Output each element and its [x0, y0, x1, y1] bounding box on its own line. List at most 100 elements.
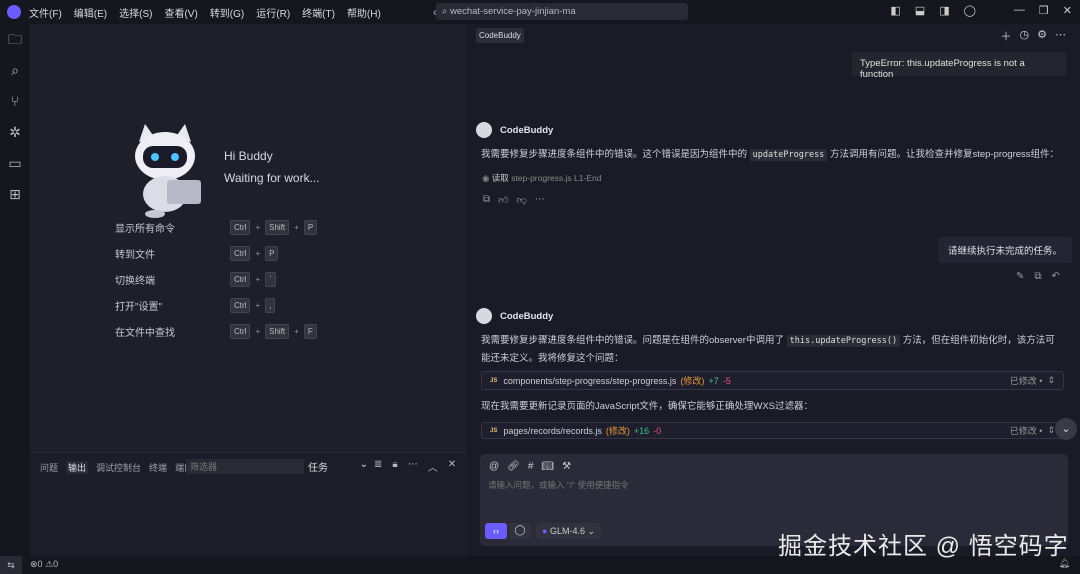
search-box[interactable]: ⌕ wechat-service-pay-jinjian-ma — [436, 3, 688, 20]
remote-icon[interactable]: ▭ — [0, 148, 30, 179]
craft-mode-button[interactable]: ‹› — [485, 523, 507, 539]
menu-select[interactable]: 选择(S) — [119, 9, 152, 20]
more-icon[interactable]: ⋯ — [408, 459, 418, 474]
maximize-icon[interactable]: ︿ — [428, 459, 438, 474]
debug-icon[interactable]: ✲ — [0, 117, 30, 148]
chevron-down-icon: ⌄ — [359, 459, 368, 470]
shortcut-row: 在文件中查找 Ctrl + Shift + F — [115, 324, 345, 339]
close-panel-icon[interactable]: ✕ — [448, 459, 456, 474]
avatar — [476, 122, 492, 138]
more-icon[interactable]: ⋯ — [1055, 28, 1066, 44]
error-tooltip: TypeError: this.updateProgress is not a … — [852, 52, 1066, 80]
history-icon[interactable]: ◷ — [1020, 28, 1030, 44]
rules-icon[interactable]: ⚒ — [562, 461, 571, 472]
search-view-icon[interactable]: ⌕ — [0, 55, 30, 86]
undo-icon[interactable]: ↶ — [1052, 271, 1060, 282]
menu-edit[interactable]: 编辑(E) — [74, 9, 107, 20]
model-select[interactable]: ● GLM-4.6 ⌄ — [536, 523, 601, 539]
bottom-panel: 问题输出调试控制台终端端口 任务⌄ ≣🔒︎⋯︿✕ — [30, 452, 466, 556]
menu-view[interactable]: 查看(V) — [164, 9, 197, 20]
new-chat-icon[interactable]: ＋ — [1001, 28, 1012, 44]
thumbs-down-icon[interactable]: 👎︎ — [517, 194, 527, 206]
settings-icon[interactable]: ⚙ — [1037, 28, 1047, 44]
read-file: step-progress.js L1-End — [511, 173, 602, 183]
clear-output-icon[interactable]: ≣ — [374, 459, 382, 474]
docs-icon[interactable]: 📖︎ — [541, 461, 554, 472]
chat-tab[interactable]: CodeBuddy — [476, 28, 524, 43]
extensions-icon[interactable]: ⊞ — [0, 179, 30, 210]
expand-icon[interactable]: ⇕ — [1047, 375, 1055, 386]
toggle-secondary-icon[interactable]: ◨ — [939, 4, 949, 17]
key: Shift — [265, 324, 290, 339]
thumbs-up-icon[interactable]: 👍︎ — [498, 194, 508, 206]
menu-help[interactable]: 帮助(H) — [347, 9, 381, 20]
source-control-icon[interactable]: ⑂ — [0, 86, 30, 117]
key: , — [265, 298, 276, 313]
lock-icon[interactable]: 🔒︎ — [392, 459, 397, 474]
filter-input[interactable] — [186, 459, 304, 474]
js-file-icon: JS — [490, 427, 498, 434]
task-select[interactable]: 任务 ⌄ — [308, 459, 368, 474]
copy-icon[interactable]: ⧉ — [1034, 271, 1041, 282]
minimize-button[interactable]: — — [1014, 4, 1025, 17]
tab-debug-console[interactable]: 调试控制台 — [96, 461, 141, 474]
tab-problems[interactable]: 问题 — [40, 461, 58, 474]
menu-terminal[interactable]: 终端(T) — [302, 9, 335, 20]
file-change[interactable]: JS pages/records/records.js (修改) +16 -0 已修改 •… — [481, 422, 1064, 439]
file-state: 已修改 • — [1009, 376, 1043, 386]
more-icon[interactable]: ⋯ — [535, 194, 545, 206]
tab-terminal[interactable]: 终端 — [149, 461, 167, 474]
toggle-panel-icon[interactable]: ⬓ — [915, 4, 925, 17]
close-button[interactable]: ✕ — [1063, 4, 1072, 17]
menu-file[interactable]: 文件(F) — [29, 9, 62, 20]
file-path: pages/records/records.js — [503, 425, 602, 436]
lines-removed: -5 — [722, 375, 731, 386]
text: 方法调用有问题。让我检查并修复step-progress组件： — [829, 149, 1060, 160]
key: P — [265, 246, 279, 261]
chat-input[interactable] — [488, 480, 1048, 490]
remote-indicator-icon[interactable]: ⇆ — [0, 556, 22, 574]
greeting: Hi Buddy — [224, 149, 273, 163]
key: Ctrl — [230, 246, 251, 261]
menu-goto[interactable]: 转到(G) — [210, 9, 244, 20]
explorer-icon[interactable]: 🗀 — [0, 24, 30, 55]
restore-button[interactable]: ❐ — [1039, 4, 1049, 17]
read-action[interactable]: ◉ 读取 step-progress.js L1-End — [482, 172, 601, 184]
mention-icon[interactable]: @ — [489, 461, 499, 472]
model-name: GLM-4.6 — [549, 526, 585, 536]
file-tag: (修改) — [680, 376, 705, 386]
file-path: components/step-progress/step-progress.j… — [503, 375, 677, 386]
js-file-icon: JS — [490, 377, 498, 384]
mascot-robot-icon — [135, 124, 201, 218]
chat-mode-button[interactable]: ◯ — [509, 523, 531, 539]
status-text: Waiting for work... — [224, 171, 320, 185]
eye-icon: ◉ — [482, 173, 492, 183]
user-message: 请继续执行未完成的任务。 — [938, 237, 1073, 263]
expand-icon[interactable]: ⇕ — [1047, 425, 1055, 436]
menu-run[interactable]: 运行(R) — [256, 9, 290, 20]
link-icon[interactable]: 🔗︎ — [507, 461, 520, 472]
bot-name: CodeBuddy — [500, 310, 554, 322]
avatar — [476, 308, 492, 324]
toggle-sidebar-icon[interactable]: ◧ — [890, 4, 900, 17]
copy-icon[interactable]: ⧉ — [483, 194, 490, 206]
lines-removed: -0 — [653, 425, 662, 436]
tab-output[interactable]: 输出 — [66, 461, 89, 474]
edit-icon[interactable]: ✎ — [1016, 271, 1024, 282]
key: F — [303, 324, 317, 339]
bot-header: CodeBuddy — [476, 308, 553, 324]
error-count: 0 — [37, 559, 43, 569]
problems-indicator[interactable]: ⊗0 ⚠0 — [30, 559, 58, 570]
key: Ctrl — [230, 324, 251, 339]
warning-count: 0 — [53, 559, 59, 569]
bot-message: 现在我需要更新记录页面的JavaScript文件，确保它能够正确处理WXS过滤器… — [481, 401, 813, 412]
key: Ctrl — [230, 220, 251, 235]
account-icon[interactable]: ◯ — [964, 4, 976, 17]
scroll-down-button[interactable]: ⌄ — [1055, 418, 1077, 440]
file-change[interactable]: JS components/step-progress/step-progress… — [481, 371, 1064, 390]
activity-bar: 🗀 ⌕ ⑂ ✲ ▭ ⊞ — [0, 24, 30, 556]
inline-code: this.updateProgress() — [786, 335, 901, 347]
key: Ctrl — [230, 272, 251, 287]
hash-icon[interactable]: # — [528, 461, 534, 472]
shortcut-row: 转到文件 Ctrl + P — [115, 246, 345, 261]
